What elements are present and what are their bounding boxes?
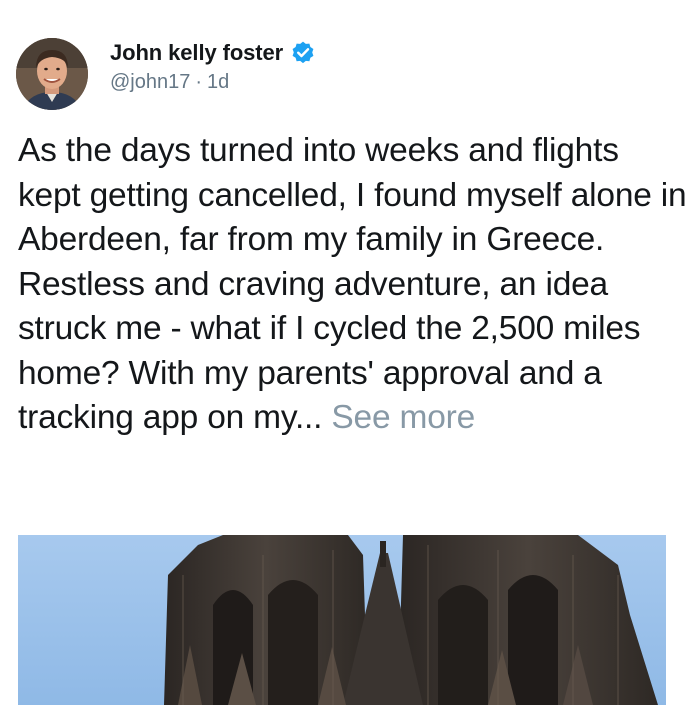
meta-separator: ·	[195, 71, 203, 93]
tweet-text: As the days turned into weeks and flight…	[18, 132, 687, 436]
author-display-name[interactable]: John kelly foster	[110, 40, 283, 66]
author-name-row: John kelly foster	[110, 38, 316, 68]
avatar[interactable]	[16, 38, 88, 110]
author-meta-row: @john17 · 1d	[110, 71, 229, 94]
post-timestamp[interactable]: 1d	[207, 71, 229, 94]
tweet-body: As the days turned into weeks and flight…	[18, 129, 690, 441]
verified-badge-icon	[290, 40, 316, 66]
cathedral-photo	[18, 535, 666, 705]
tweet-media-image[interactable]	[18, 535, 666, 705]
avatar-portrait-image	[16, 38, 88, 110]
see-more-link[interactable]: See more	[331, 399, 475, 436]
tweet-card: John kelly foster @john17 · 1d As the da…	[0, 0, 700, 705]
author-handle[interactable]: @john17	[110, 71, 190, 94]
